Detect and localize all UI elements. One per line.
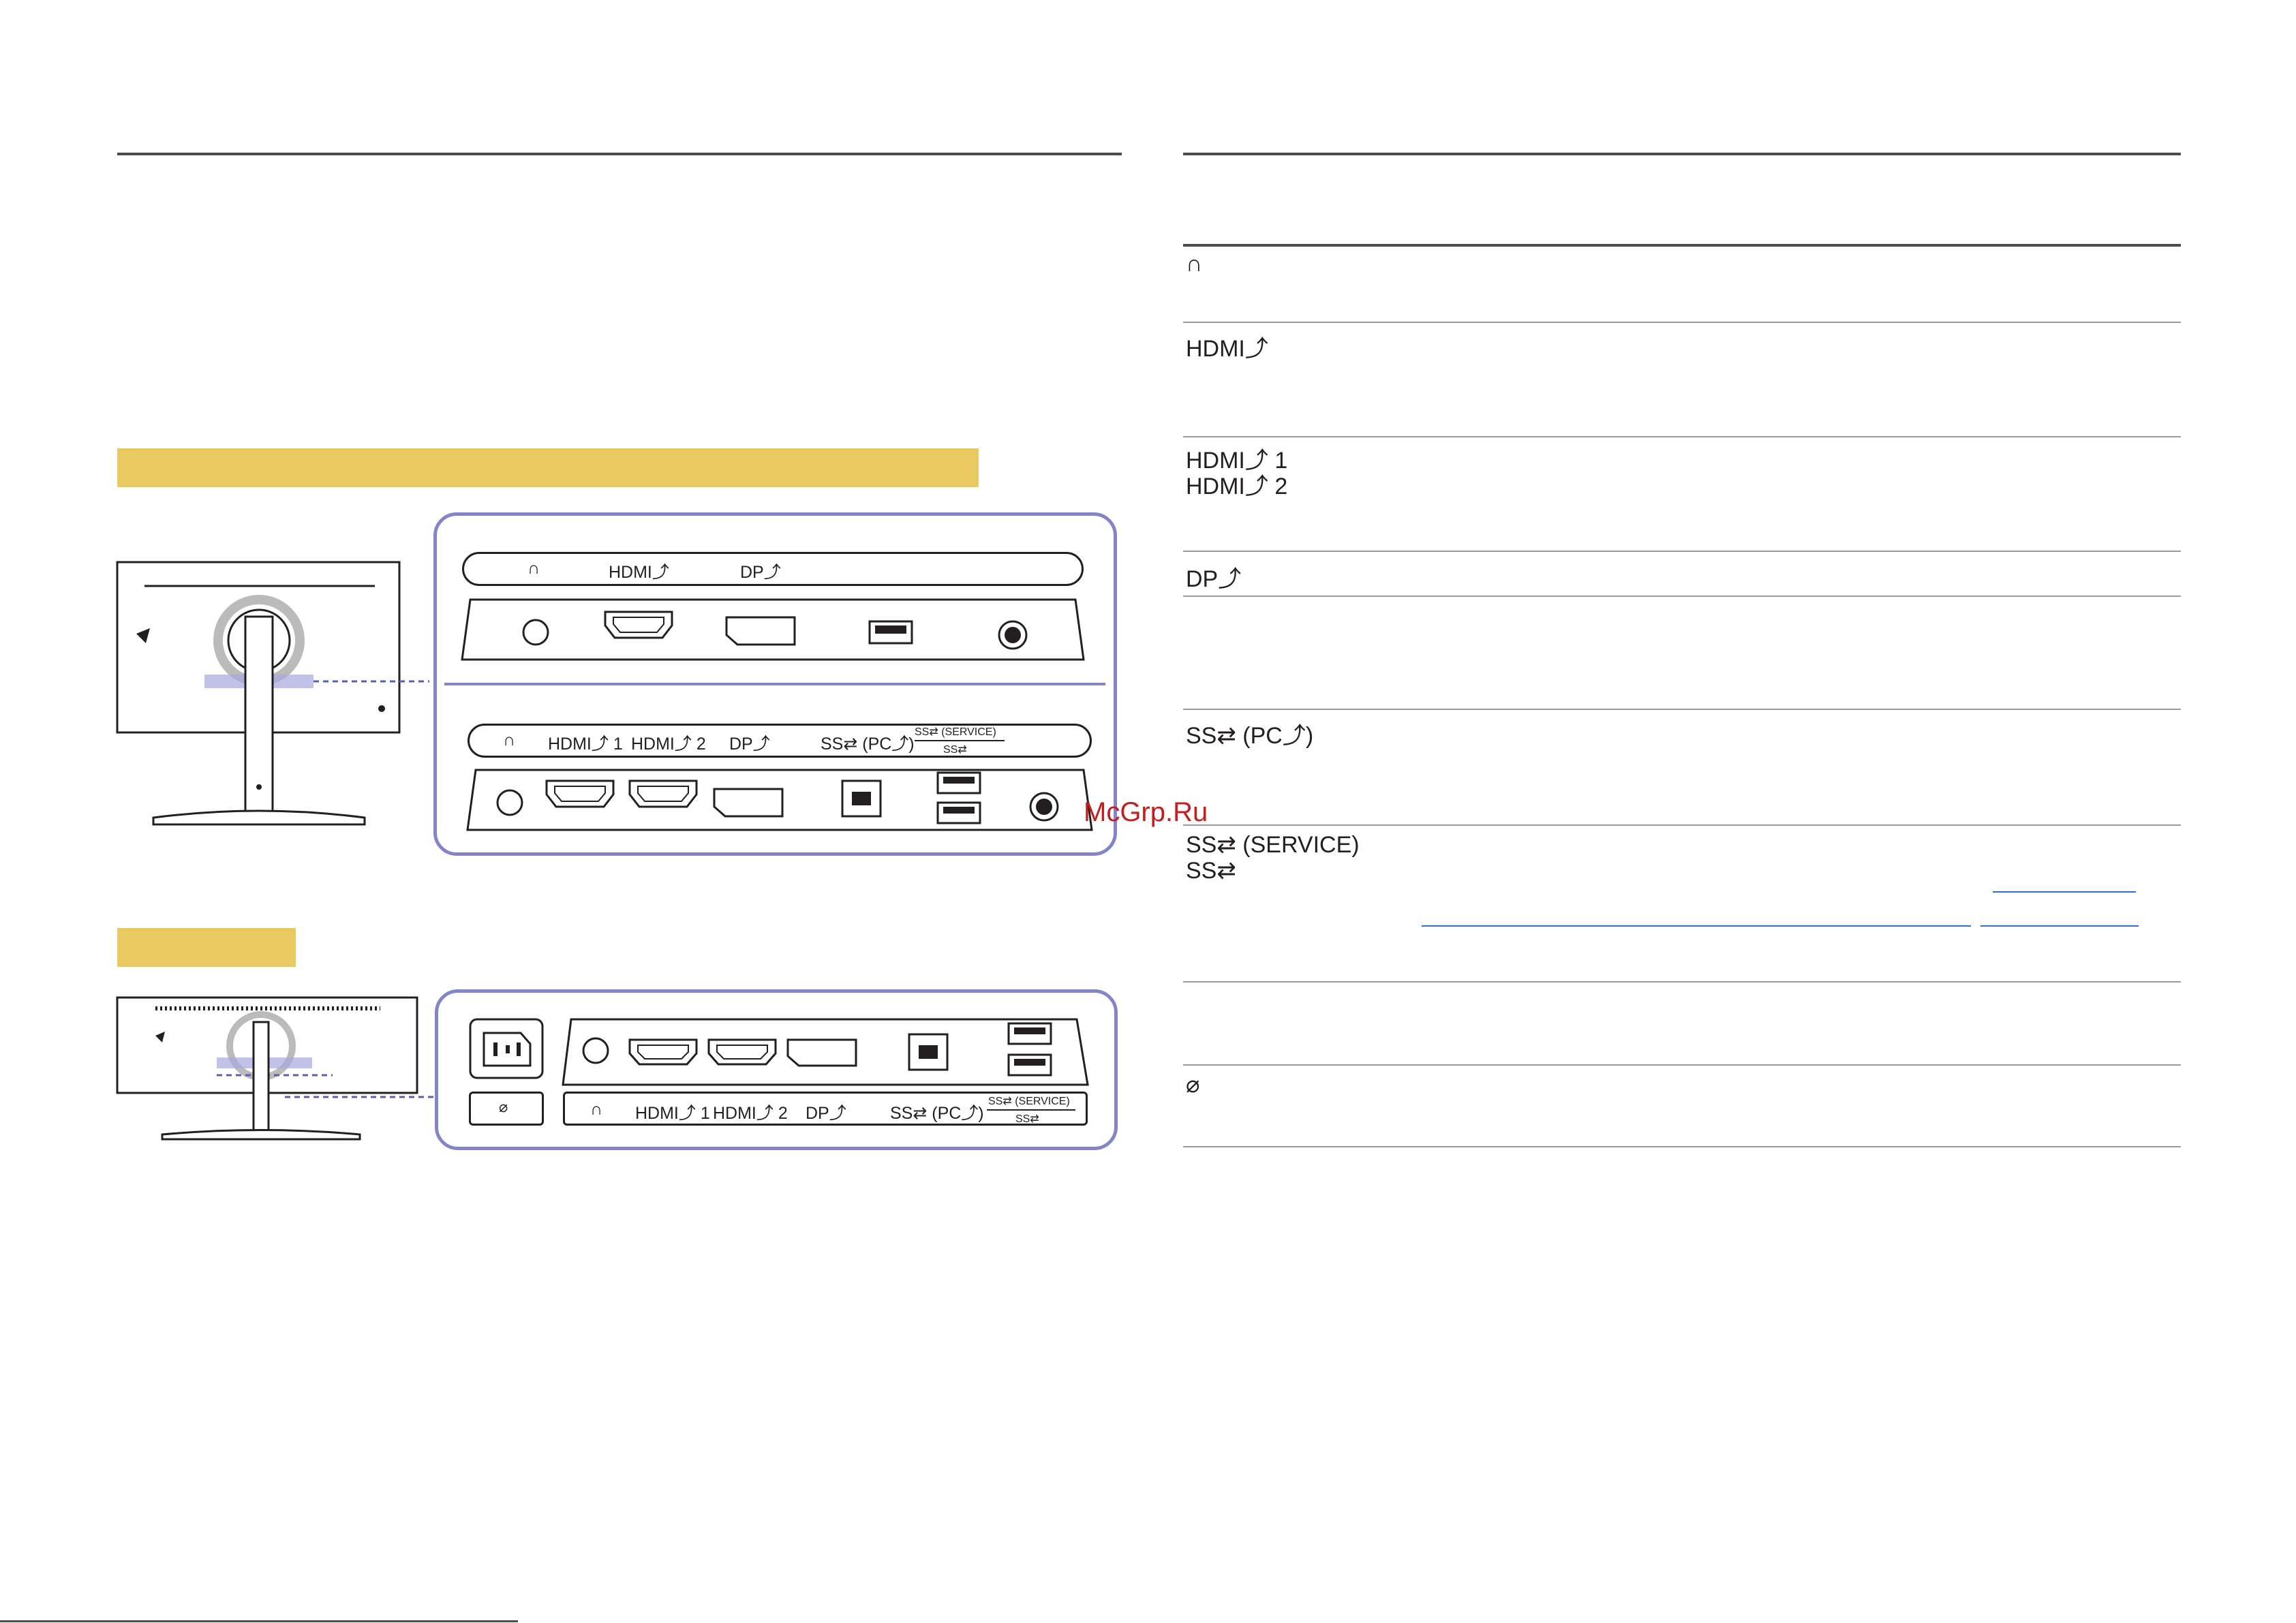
frame-divider	[444, 683, 1105, 685]
port-row-2	[562, 1018, 1089, 1086]
table-port-headphone: ∩	[1186, 251, 1203, 277]
table-port-dp: DP⤴	[1186, 566, 1242, 592]
table-row-divider	[1183, 551, 2181, 552]
label-headphone-2: ∩	[590, 1100, 602, 1119]
table-row-divider	[1183, 709, 2181, 710]
label-usb-pc-1b: SS⇄ (PC⤴)	[821, 735, 915, 754]
label-dp-2: DP⤴	[806, 1104, 846, 1123]
label-usb-pc-2: SS⇄ (PC⤴)	[890, 1104, 984, 1123]
footer-rule	[0, 1620, 518, 1622]
table-row-divider	[1183, 981, 2181, 983]
table-row-divider	[1183, 824, 2181, 826]
port-row-1a	[461, 598, 1085, 661]
label-hdmi1-2: HDMI⤴ 1	[635, 1104, 710, 1123]
label-headphone-1a: ∩	[527, 559, 540, 578]
usb-label-divider-2	[987, 1109, 1075, 1111]
label-usb-ss-1b: SS⇄	[943, 744, 967, 756]
table-port-usb-service: SS⇄ (SERVICE)	[1186, 832, 1360, 858]
left-column-top-rule	[117, 153, 1122, 155]
label-usb-service-2: SS⇄ (SERVICE)	[988, 1096, 1070, 1107]
table-row-divider	[1183, 322, 2181, 323]
usb-label-divider-1b	[915, 740, 1005, 741]
table-port-usb-pc: SS⇄ (PC⤴)	[1186, 723, 1314, 749]
port-row-1b	[466, 769, 1093, 831]
label-power-2: ⌀	[499, 1098, 508, 1115]
label-usb-service-1b: SS⇄ (SERVICE)	[915, 726, 996, 738]
table-bottom-rule	[1183, 1146, 2181, 1147]
hyperlink-underline[interactable]	[1980, 925, 2139, 927]
table-port-hdmi2: HDMI⤴ 2	[1186, 474, 1288, 499]
table-row-divider	[1183, 596, 2181, 597]
watermark: McGrp.Ru	[1084, 797, 1208, 827]
power-socket-box	[469, 1018, 544, 1079]
hyperlink-underline[interactable]	[1993, 891, 2136, 893]
table-row-divider	[1183, 436, 2181, 437]
hyperlink-underline[interactable]	[1422, 925, 1971, 927]
table-port-usb-ss: SS⇄	[1186, 858, 1236, 884]
label-hdmi1-1b: HDMI⤴ 1	[548, 735, 623, 754]
monitor-back-diagram-2	[116, 996, 435, 1141]
label-hdmi-1a: HDMI⤴	[609, 563, 669, 582]
monitor-back-diagram-1	[116, 561, 429, 826]
table-header-rule	[1183, 244, 2181, 247]
label-hdmi2-1b: HDMI⤴ 2	[631, 735, 706, 754]
model-heading-banner-2	[117, 928, 296, 967]
table-row-divider	[1183, 1064, 2181, 1066]
label-dp-1b: DP⤴	[729, 735, 770, 754]
label-headphone-1b: ∩	[503, 730, 515, 749]
label-hdmi2-2: HDMI⤴ 2	[713, 1104, 788, 1123]
label-usb-ss-2: SS⇄	[1015, 1113, 1039, 1125]
model-heading-banner-1	[117, 448, 979, 487]
table-port-hdmi: HDMI⤴	[1186, 336, 1268, 362]
right-column-top-rule	[1183, 153, 2181, 155]
label-dp-1a: DP⤴	[740, 563, 781, 582]
table-port-power: ⌀	[1186, 1072, 1200, 1098]
